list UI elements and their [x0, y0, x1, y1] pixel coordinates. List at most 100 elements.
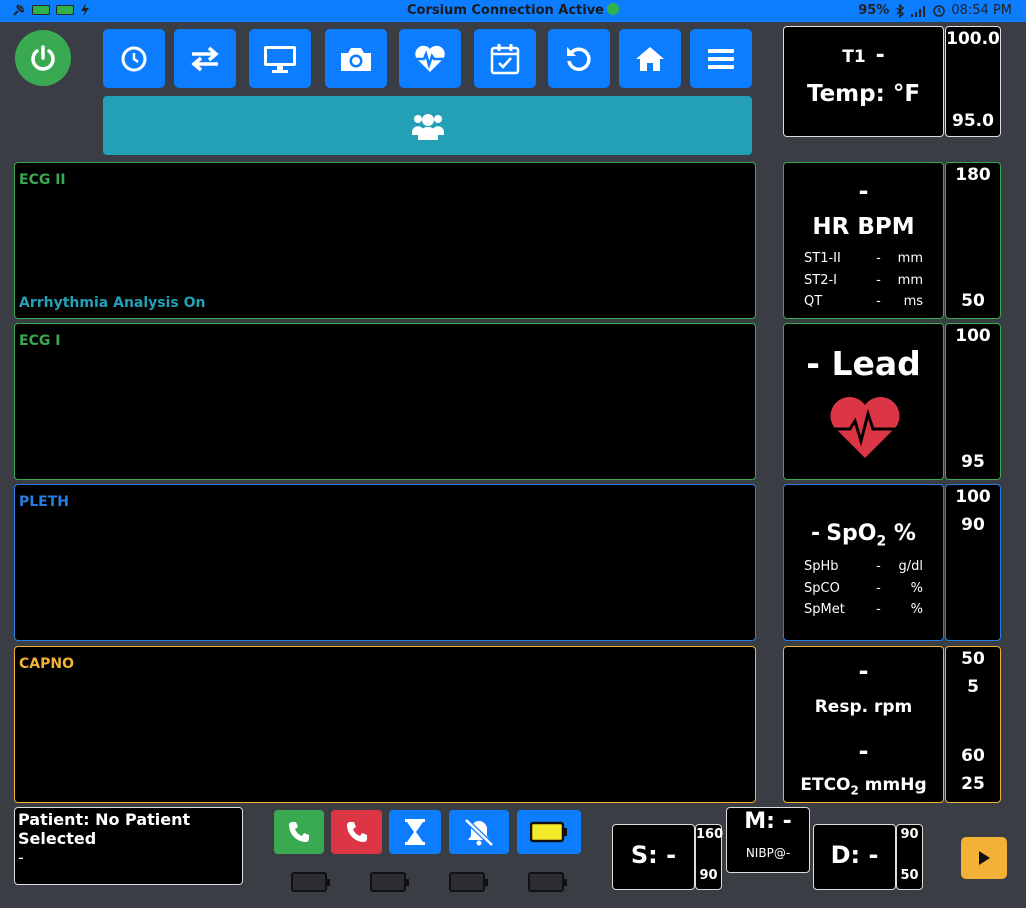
phone-hangup-icon — [346, 822, 367, 842]
lead-value: - — [806, 344, 820, 383]
sphb-name: SpHb — [804, 559, 839, 574]
spo2-label-sub: 2 — [876, 533, 887, 550]
spo2-panel[interactable]: - SpO2 % SpHb - g/dl SpCO - % SpMet - % — [783, 484, 944, 641]
spco-row: SpCO - % — [804, 581, 923, 596]
lead-panel[interactable]: - Lead — [783, 323, 944, 480]
call-button[interactable] — [274, 810, 324, 854]
status-right: 95% 08:54 PM — [858, 3, 1012, 18]
nibp-mean[interactable]: M: - NIBP@- — [726, 807, 810, 873]
pleth-waveform[interactable]: PLETH — [14, 484, 756, 641]
sphb-value: - — [876, 559, 881, 574]
nibp-diastolic-limits[interactable]: 90 50 — [896, 824, 923, 890]
heart-pulse-icon — [830, 396, 900, 458]
battery-icon — [530, 821, 567, 843]
display-button[interactable] — [249, 29, 311, 88]
snapshot-button[interactable] — [325, 29, 387, 88]
power-icon — [31, 45, 55, 71]
temp-label: T1 — [842, 47, 866, 67]
hr-low-limit: 50 — [961, 291, 985, 311]
schedule-button[interactable] — [474, 29, 536, 88]
temp-low-limit: 95.0 — [952, 111, 994, 131]
capno-label: CAPNO — [19, 656, 74, 672]
monitor-icon — [264, 45, 296, 73]
lead-label: Lead — [831, 344, 921, 383]
phone-icon — [289, 822, 309, 842]
lead-header: - Lead — [784, 344, 943, 383]
temp-header: T1 - — [784, 43, 943, 68]
temp-limits[interactable]: 100.0 95.0 — [945, 26, 1001, 137]
etco2-units-sub: 2 — [850, 783, 859, 798]
lead-limits[interactable]: 100 95 — [945, 323, 1001, 480]
nibp-diastolic[interactable]: D: - — [813, 824, 896, 890]
timer-button[interactable] — [389, 810, 441, 854]
spco-name: SpCO — [804, 581, 840, 596]
battery-button[interactable] — [517, 810, 581, 854]
qt-value: - — [876, 294, 881, 309]
etco2-low-limit: 25 — [961, 774, 985, 794]
spmet-row: SpMet - % — [804, 602, 923, 617]
home-button[interactable] — [619, 29, 681, 88]
status-bar: Corsium Connection Active 95% 08:54 PM — [0, 0, 1026, 22]
st2-value: - — [876, 273, 881, 288]
spmet-name: SpMet — [804, 602, 845, 617]
clock-small-icon — [933, 4, 946, 17]
capno-limits[interactable]: 50 5 60 25 — [945, 646, 1001, 803]
hr-units: HR BPM — [812, 214, 915, 240]
st2-row: ST2-I - mm — [804, 273, 923, 288]
users-icon — [411, 113, 444, 140]
resp-value: - — [858, 657, 869, 685]
temp-units: Temp: °F — [806, 81, 921, 107]
patient-info[interactable]: Patient: No Patient Selected - — [14, 807, 243, 885]
etco2-high-limit: 60 — [961, 746, 985, 766]
ecg-i-label: ECG I — [19, 333, 61, 349]
st1-unit: mm — [897, 251, 923, 266]
nibp-systolic-value: S: - — [630, 841, 677, 869]
menu-button[interactable] — [690, 29, 752, 88]
nibp-start-button[interactable] — [961, 837, 1007, 879]
nibp-mean-value: M: - — [744, 809, 792, 834]
home-icon — [636, 46, 664, 71]
patients-button[interactable] — [103, 96, 752, 155]
reset-button[interactable] — [548, 29, 610, 88]
capno-waveform[interactable]: CAPNO — [14, 646, 756, 803]
hr-panel[interactable]: - HR BPM ST1-II - mm ST2-I - mm QT - ms — [783, 162, 944, 319]
spco-value: - — [876, 581, 881, 596]
st2-unit: mm — [897, 273, 923, 288]
hr-limits[interactable]: 180 50 — [945, 162, 1001, 319]
spo2-high-limit: 100 — [955, 487, 991, 507]
patient-name: Patient: No Patient Selected — [18, 810, 191, 848]
bell-slash-icon — [464, 818, 494, 846]
resp-units: Resp. rpm — [814, 697, 913, 717]
spmet-value: - — [876, 602, 881, 617]
sphb-row: SpHb - g/dl — [804, 559, 923, 574]
bluetooth-icon — [896, 3, 905, 18]
spo2-label-suffix: % — [886, 521, 916, 546]
calendar-check-icon — [490, 43, 520, 74]
spo2-limits[interactable]: 100 90 — [945, 484, 1001, 641]
play-icon — [979, 851, 990, 865]
qt-name: QT — [804, 294, 823, 309]
camera-icon — [341, 47, 371, 71]
ecg-i-waveform[interactable]: ECG I — [14, 323, 756, 480]
arrhythmia-status: Arrhythmia Analysis On — [19, 295, 206, 311]
nibp-systolic-limits[interactable]: 160 90 — [695, 824, 723, 890]
etco2-value: - — [858, 737, 869, 765]
lead-high-limit: 100 — [955, 326, 991, 346]
swap-button[interactable] — [174, 29, 236, 88]
vitals-button[interactable] — [399, 29, 461, 88]
status-time: 08:54 PM — [951, 3, 1012, 18]
resp-high-limit: 50 — [961, 649, 985, 669]
spo2-value: - — [811, 521, 821, 546]
history-button[interactable] — [103, 29, 165, 88]
power-button[interactable] — [15, 30, 71, 86]
capno-panel[interactable]: - Resp. rpm - ETCO2 mmHg — [783, 646, 944, 803]
resp-low-limit: 5 — [967, 677, 979, 697]
heartbeat-icon — [415, 45, 445, 72]
hangup-button[interactable] — [331, 810, 382, 854]
nibp-systolic[interactable]: S: - — [612, 824, 695, 890]
ecg-ii-label: ECG II — [19, 172, 66, 188]
clock-icon — [121, 46, 147, 71]
temp-panel[interactable]: T1 - Temp: °F — [783, 26, 944, 137]
alarm-silence-button[interactable] — [449, 810, 509, 854]
ecg-ii-waveform[interactable]: ECG II Arrhythmia Analysis On — [14, 162, 756, 319]
